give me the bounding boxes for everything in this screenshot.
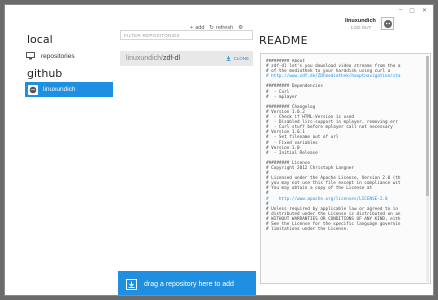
repo-list-item[interactable]: linuxundich/zdf-dl CLONE	[120, 51, 253, 66]
repo-name: zdf-dl	[162, 55, 181, 62]
readme-text: ######### About # zdf-dl let's you downlo…	[266, 59, 424, 232]
minimize-button[interactable]: –	[399, 7, 402, 14]
sidebar: local repositories github linuxundich	[5, 5, 113, 295]
drop-zone-label: drag a repository here to add	[144, 280, 234, 288]
add-repository-icon	[126, 278, 137, 290]
repo-owner: linuxundich/	[126, 55, 163, 62]
drop-zone[interactable]: drag a repository here to add	[118, 271, 256, 295]
close-button[interactable]: ✕	[422, 7, 427, 14]
account-username: linuxundich	[345, 18, 376, 24]
app-window: – ▢ ✕ local repositories github linuxund…	[4, 4, 434, 296]
scrollbar-thumb[interactable]	[426, 56, 429, 196]
readme-scrollbar[interactable]	[426, 56, 429, 282]
sidebar-item-linuxundich[interactable]: linuxundich	[25, 82, 113, 97]
local-section-title: local	[27, 33, 53, 46]
readme-title: README	[259, 34, 308, 47]
filter-repositories-input[interactable]: FILTER REPOSITORIES	[120, 30, 253, 40]
window-controls: – ▢ ✕	[399, 7, 427, 14]
sidebar-item-label: linuxundich	[43, 86, 76, 93]
repository-list-panel: FILTER REPOSITORIES linuxundich/zdf-dl C…	[118, 5, 255, 295]
clone-button[interactable]: CLONE	[226, 56, 249, 61]
octocat-icon	[383, 19, 392, 28]
github-section-title: github	[27, 67, 63, 80]
logout-link[interactable]: LOG OUT	[351, 25, 371, 30]
readme-content: ######### About # zdf-dl let's you downlo…	[260, 53, 431, 284]
readme-line: # limitations under the License.	[266, 227, 349, 233]
clone-label: CLONE	[233, 56, 249, 61]
octocat-icon	[28, 84, 38, 95]
readme-line: # http://www.zdf.de/ZDFmediathek/hauptna…	[266, 74, 401, 80]
user-avatar[interactable]	[381, 17, 394, 30]
repo-full-name: linuxundich/zdf-dl	[126, 55, 180, 62]
sidebar-item-label: repositories	[41, 52, 75, 60]
sidebar-item-repositories[interactable]: repositories	[25, 49, 109, 63]
maximize-button[interactable]: ▢	[409, 7, 415, 14]
download-icon	[226, 56, 231, 61]
monitor-icon	[25, 51, 35, 61]
